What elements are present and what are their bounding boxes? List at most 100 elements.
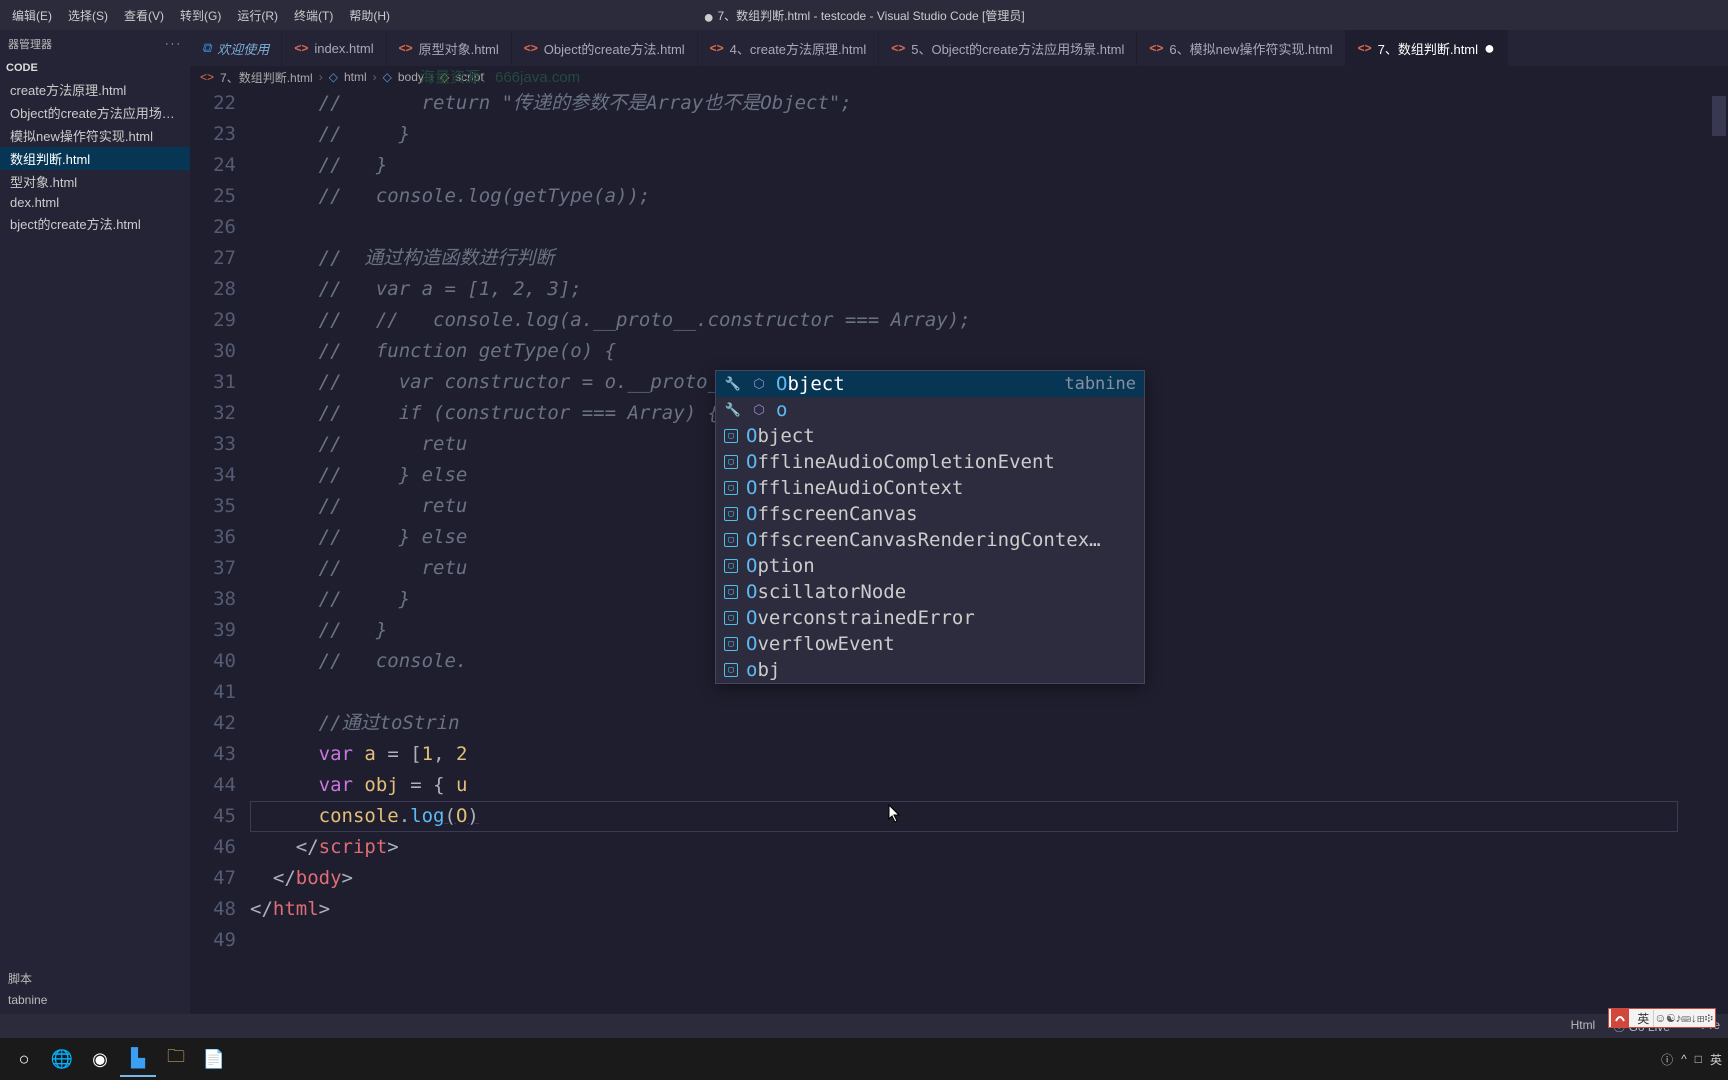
menu-查看(V)[interactable]: 查看(V) xyxy=(116,3,172,28)
ime-icon[interactable]: ⌨ xyxy=(1681,1011,1691,1025)
html-icon: <> xyxy=(399,41,413,55)
variable-icon: ▢ xyxy=(724,637,738,651)
html-icon: <> xyxy=(891,41,905,55)
ime-toolbar[interactable]: 英 ☺☯♪⌨↓⊞፨ xyxy=(1608,1008,1716,1028)
autocomplete-item[interactable]: ▢OfflineAudioCompletionEvent xyxy=(716,449,1144,475)
sidebar-section-tabnine[interactable]: tabnine xyxy=(6,990,184,1010)
autocomplete-item[interactable]: ▢Object xyxy=(716,423,1144,449)
windows-taskbar: ○🌐◉▙🗀📄 ⓘ ^ □ 英 xyxy=(0,1038,1728,1080)
autocomplete-item[interactable]: ▢OverflowEvent xyxy=(716,631,1144,657)
system-tray[interactable]: ⓘ ^ □ 英 xyxy=(1661,1051,1722,1068)
variable-icon: ▢ xyxy=(724,429,738,443)
file-item[interactable]: bject的create方法.html xyxy=(0,212,190,235)
autocomplete-item[interactable]: ▢OfflineAudioContext xyxy=(716,475,1144,501)
tab[interactable]: <>原型对象.html xyxy=(387,30,512,66)
ime-icon[interactable]: ፨ xyxy=(1705,1011,1713,1025)
file-item[interactable]: 型对象.html xyxy=(0,170,190,193)
taskbar-vscode[interactable]: ▙ xyxy=(120,1041,156,1077)
taskbar-apps: ○🌐◉▙🗀📄 xyxy=(6,1041,232,1077)
html-icon: <> xyxy=(710,41,724,55)
taskbar-windows-start[interactable]: ○ xyxy=(6,1041,42,1077)
hex-icon: ⬡ xyxy=(750,375,768,393)
status-item[interactable]: Html xyxy=(1571,1018,1596,1035)
variable-icon: ▢ xyxy=(724,533,738,547)
menu-终端(T)[interactable]: 终端(T) xyxy=(286,3,341,28)
file-item[interactable]: dex.html xyxy=(0,193,190,212)
autocomplete-item[interactable]: ▢OverconstrainedError xyxy=(716,605,1144,631)
taskbar-obs[interactable]: ◉ xyxy=(82,1041,118,1077)
file-item[interactable]: create方法原理.html xyxy=(0,78,190,101)
taskbar-chrome[interactable]: 🌐 xyxy=(44,1041,80,1077)
file-item[interactable]: 模拟new操作符实现.html xyxy=(0,124,190,147)
minimap-viewport[interactable] xyxy=(1712,96,1726,136)
ime-lang[interactable]: 英 xyxy=(1633,1010,1654,1027)
breadcrumb-icon: ◇ xyxy=(329,70,338,84)
menu-帮助(H)[interactable]: 帮助(H) xyxy=(341,3,398,28)
tray-icon[interactable]: ^ xyxy=(1681,1052,1687,1066)
tab[interactable]: <>6、模拟new操作符实现.html xyxy=(1137,30,1345,66)
explorer-more-icon[interactable]: ··· xyxy=(165,38,182,50)
line-gutter: 22 23 24 25 26 27 28 29 30 31 32 33 34 3… xyxy=(190,88,250,1014)
autocomplete-item[interactable]: ▢OscillatorNode xyxy=(716,579,1144,605)
file-item[interactable]: 数组判断.html xyxy=(0,147,190,170)
wrench-icon: 🔧 xyxy=(724,401,742,419)
tab[interactable]: <>5、Object的create方法应用场景.html xyxy=(879,30,1137,66)
html-icon: <> xyxy=(524,41,538,55)
ime-icon[interactable]: ☺ xyxy=(1654,1011,1666,1025)
breadcrumb-item[interactable]: 7、数组判断.html xyxy=(220,69,313,86)
variable-icon: ▢ xyxy=(724,663,738,677)
minimap[interactable] xyxy=(1708,88,1728,1014)
breadcrumb-item[interactable]: html xyxy=(344,70,367,84)
file-item[interactable]: Object的create方法应用场景.h... xyxy=(0,101,190,124)
vscode-icon: ⧉ xyxy=(202,40,211,56)
menu-bar: 编辑(E)选择(S)查看(V)转到(G)运行(R)终端(T)帮助(H) xyxy=(0,3,398,28)
taskbar-notepad[interactable]: 📄 xyxy=(196,1041,232,1077)
autocomplete-item[interactable]: ▢OffscreenCanvasRenderingContex… xyxy=(716,527,1144,553)
autocomplete-item[interactable]: ▢obj xyxy=(716,657,1144,683)
tray-icon[interactable]: □ xyxy=(1695,1052,1702,1066)
wrench-icon: 🔧 xyxy=(724,375,742,393)
autocomplete-item[interactable]: ▢OffscreenCanvas xyxy=(716,501,1144,527)
menu-编辑(E)[interactable]: 编辑(E) xyxy=(4,3,60,28)
explorer-sidebar: 器管理器 ··· CODE create方法原理.htmlObject的crea… xyxy=(0,30,190,1014)
tab[interactable]: ⧉欢迎使用 xyxy=(190,30,282,66)
sidebar-bottom: 脚本tabnine xyxy=(0,963,190,1014)
variable-icon: ▢ xyxy=(724,611,738,625)
html-icon: <> xyxy=(1358,41,1372,55)
ime-icons: ☺☯♪⌨↓⊞፨ xyxy=(1654,1011,1713,1026)
menu-转到(G)[interactable]: 转到(G) xyxy=(172,3,229,28)
tab[interactable]: <>4、create方法原理.html xyxy=(698,30,880,66)
autocomplete-item[interactable]: 🔧⬡Objecttabnine xyxy=(716,371,1144,397)
tab[interactable]: <>7、数组判断.html● xyxy=(1346,30,1508,66)
tab[interactable]: <>Object的create方法.html xyxy=(512,30,698,66)
autocomplete-item[interactable]: ▢Option xyxy=(716,553,1144,579)
folder-name[interactable]: CODE xyxy=(0,58,190,78)
html-icon: <> xyxy=(294,41,308,55)
autocomplete-popup[interactable]: 🔧⬡Objecttabnine🔧⬡o▢Object▢OfflineAudioCo… xyxy=(715,370,1145,684)
file-tree: create方法原理.htmlObject的create方法应用场景.h...模… xyxy=(0,78,190,235)
ime-logo-icon[interactable] xyxy=(1611,1009,1629,1027)
breadcrumb-icon: ◇ xyxy=(383,70,392,84)
autocomplete-item[interactable]: 🔧⬡o xyxy=(716,397,1144,423)
ime-icon[interactable]: ☯ xyxy=(1667,1011,1676,1025)
sidebar-section-脚本[interactable]: 脚本 xyxy=(6,967,184,990)
taskbar-explorer[interactable]: 🗀 xyxy=(158,1041,194,1077)
ime-icon[interactable]: ⊞ xyxy=(1697,1011,1705,1025)
html-icon: <> xyxy=(1149,41,1163,55)
watermark-text: 海量资源：666java.com xyxy=(420,66,580,87)
tab[interactable]: <>index.html xyxy=(282,30,386,66)
editor-tabs: ⧉欢迎使用<>index.html<>原型对象.html<>Object的cre… xyxy=(190,30,1728,66)
menu-运行(R)[interactable]: 运行(R) xyxy=(229,3,286,28)
editor-area: ⧉欢迎使用<>index.html<>原型对象.html<>Object的cre… xyxy=(190,30,1728,1014)
menu-选择(S)[interactable]: 选择(S) xyxy=(60,3,116,28)
tray-icon[interactable]: 英 xyxy=(1710,1051,1722,1068)
title-text: 7、数组判断.html - testcode - Visual Studio C… xyxy=(717,9,1024,23)
hex-icon: ⬡ xyxy=(750,401,768,419)
titlebar: 编辑(E)选择(S)查看(V)转到(G)运行(R)终端(T)帮助(H) ● 7、… xyxy=(0,0,1728,30)
status-bar: Html⦿ Go Live✓ Pre xyxy=(0,1014,1728,1038)
variable-icon: ▢ xyxy=(724,455,738,469)
variable-icon: ▢ xyxy=(724,559,738,573)
window-title: ● 7、数组判断.html - testcode - Visual Studio… xyxy=(703,7,1024,24)
variable-icon: ▢ xyxy=(724,585,738,599)
tray-icon[interactable]: ⓘ xyxy=(1661,1051,1673,1068)
